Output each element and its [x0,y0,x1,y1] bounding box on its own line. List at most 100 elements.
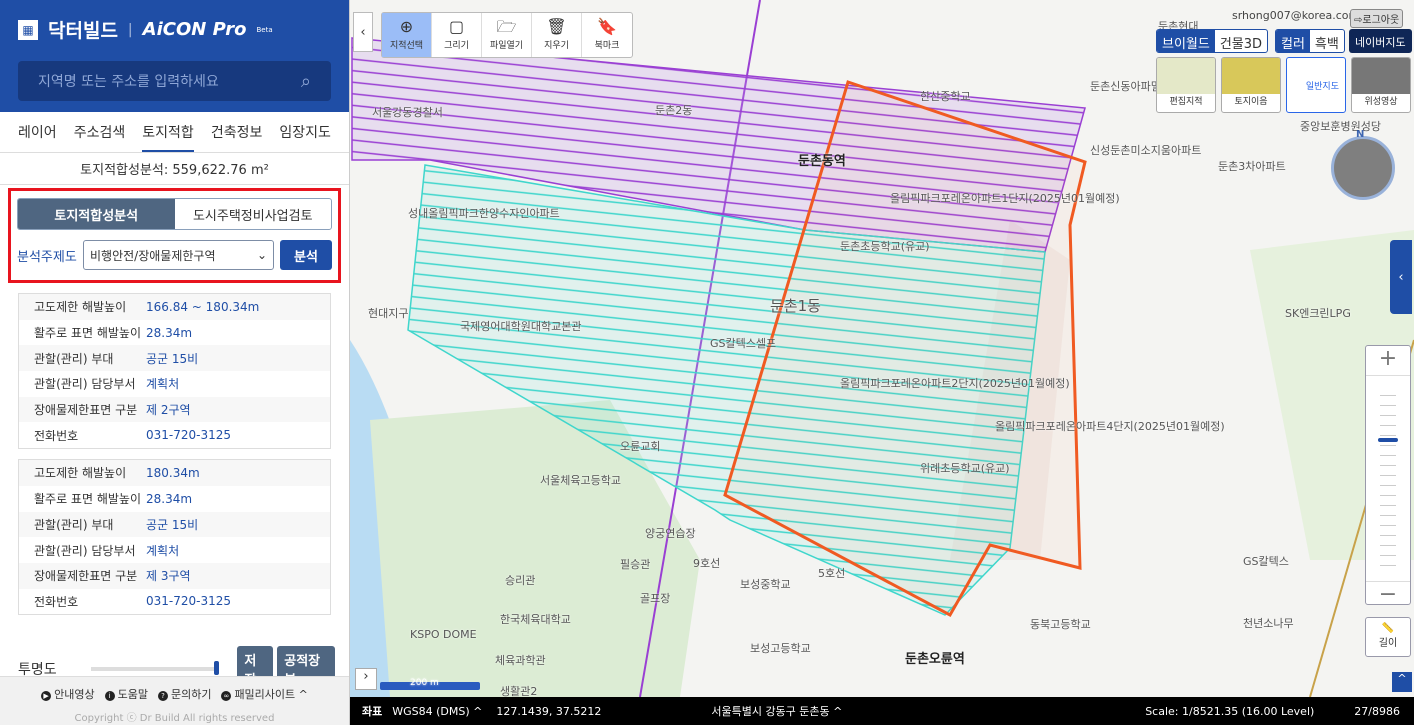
map-label[interactable]: 양궁연습장 [645,525,696,541]
info-key: 전화번호 [34,594,79,609]
crs-value: WGS84 (DMS) [392,704,470,718]
zoom-in-button[interactable]: + [1366,346,1410,376]
tool-open-file[interactable]: 🗁 파일열기 [482,13,532,57]
zoom-out-button[interactable]: − [1366,581,1410,607]
map-label[interactable]: 골프장 [640,590,670,606]
map-label[interactable]: 서울강동경찰서 [372,104,443,120]
map-label[interactable]: 천년소나무 [1243,615,1294,631]
logout-button[interactable]: ⇨로그아웃 [1350,9,1404,28]
vworld-option[interactable]: 브이월드 [1157,30,1215,52]
seg-land-suitability[interactable]: 토지적합성분석 [18,199,175,229]
map-label[interactable]: 둔촌3차아파트 [1218,158,1286,174]
basemap-land-use[interactable]: 토지이음 [1221,57,1281,113]
map-label[interactable]: 생활관2 [500,683,537,697]
crs-select[interactable]: WGS84 (DMS) ^ [392,705,482,718]
tab-land-suitability[interactable]: 토지적합 [142,112,194,152]
product-name: AiCON Pro [142,19,247,40]
map-label[interactable]: 신성둔촌미소지움아파트 [1090,142,1201,158]
map-label[interactable]: 5호선 [818,565,845,581]
map-label[interactable]: 현대지구 [368,305,408,321]
map-label[interactable]: 보성중학교 [740,576,791,592]
beta-tag: Beta [256,25,273,34]
coord-value: 127.1439, 37.5212 [496,704,602,718]
analyze-button[interactable]: 분석 [280,240,332,270]
link-label: 안내영상 [54,688,95,701]
map-label[interactable]: 승리관 [505,572,535,588]
info-key: 활주로 표면 해발높이 [34,492,141,507]
map-label[interactable]: 둔촌1동 [770,295,821,316]
measure-length-button[interactable]: 📏 길이 [1365,617,1411,657]
tab-layer[interactable]: 레이어 [18,112,57,152]
map-label[interactable]: GS칼텍스 [1243,553,1289,569]
map-label[interactable]: 중앙보훈병원성당 [1300,118,1381,134]
tool-bookmark[interactable]: 🔖 북마크 [582,13,632,57]
info-value: 제 2구역 [146,403,191,418]
basemap-general[interactable]: 일반지도 [1286,57,1346,113]
map-label[interactable]: 위례초등학교(유교) [920,460,1010,476]
map-label[interactable]: 성내올림픽파크한양수자인아파트 [408,205,560,221]
link-help[interactable]: i 도움말 [104,686,148,702]
map-label[interactable]: KSPO DOME [410,628,477,641]
map-label[interactable]: 필승관 [620,556,650,572]
map-label[interactable]: GS칼텍스셀프 [710,335,776,351]
map-label[interactable]: 서울체육고등학교 [540,472,621,488]
expand-button[interactable]: › [355,668,377,690]
map-label[interactable]: 올림픽파크포레온아파트2단지(2025년01월예정) [840,375,1070,391]
map-label[interactable]: 한산중학교 [920,88,971,104]
map-label[interactable]: 한국체육대학교 [500,611,571,627]
square-icon: ▢ [448,17,465,36]
tool-parcel-select[interactable]: ⊕ 지적선택 [382,13,432,57]
north-icon: N [1356,129,1365,140]
search-icon[interactable]: ⌕ [301,71,311,92]
tool-erase[interactable]: 🗑 지우기 [532,13,582,57]
link-guide-video[interactable]: ▶ 안내영상 [41,686,95,702]
map-label[interactable]: 9호선 [693,555,720,571]
link-inquiry[interactable]: ? 문의하기 [157,686,211,702]
map-label[interactable]: 둔촌동역 [798,150,846,169]
map-label[interactable]: 체육과학관 [495,652,546,668]
tool-label: 그리기 [444,41,469,51]
logo[interactable]: ▦ 닥터빌드 | AiCON Pro Beta [18,16,331,43]
map-label[interactable]: 올림픽파크포레온아파트4단지(2025년01월예정) [995,418,1225,434]
compass-control[interactable]: N [1331,129,1395,200]
info-key: 활주로 표면 해발높이 [34,326,141,341]
map-label[interactable]: 둔촌2동 [655,102,692,118]
zoom-slider[interactable] [1378,386,1398,571]
grayscale-option[interactable]: 흑백 [1310,30,1344,52]
info-row: 고도제한 해발높이 180.34m [19,460,330,486]
collapse-sidebar-button[interactable]: ‹ [353,12,373,52]
link-family-site[interactable]: ∞ 패밀리사이트 ^ [221,686,308,702]
map-label[interactable]: 국제영어대학원대학교본관 [460,318,581,334]
opacity-slider[interactable] [91,661,220,675]
map-label[interactable]: 올림픽파크포레온아파트1단지(2025년01월예정) [890,190,1120,206]
copyright: Copyright ⓒ Dr Build All rights reserved [74,713,275,724]
right-panel-toggle[interactable]: ‹ [1390,240,1412,314]
address-select[interactable]: 서울특별시 강동구 둔촌동 ^ [711,703,842,719]
sidebar: ▦ 닥터빌드 | AiCON Pro Beta 지역명 또는 주소를 입력하세요 … [0,0,350,725]
naver-map-button[interactable]: 네이버지도 [1349,29,1412,53]
map-label[interactable]: 동북고등학교 [1030,616,1091,632]
search-input[interactable]: 지역명 또는 주소를 입력하세요 ⌕ [18,61,331,101]
map-label[interactable]: 오륜교회 [620,438,660,454]
tab-field-map[interactable]: 임장지도 [279,112,331,152]
color-option[interactable]: 컬러 [1276,30,1310,52]
theme-select[interactable]: 비행안전/장애물제한구역 ⌄ [83,240,274,270]
map-label[interactable]: 둔촌오륜역 [905,648,965,667]
basemap-cadastral[interactable]: 편집지적 [1156,57,1216,113]
seg-urban-housing[interactable]: 도시주택정비사업검토 [175,199,332,229]
map-label[interactable]: SK엔크린LPG [1285,305,1351,321]
info-value: 031-720-3125 [146,594,232,609]
tool-draw[interactable]: ▢ 그리기 [432,13,482,57]
header: ▦ 닥터빌드 | AiCON Pro Beta 지역명 또는 주소를 입력하세요 … [0,0,349,112]
tab-address[interactable]: 주소검색 [74,112,126,152]
zoom-level-handle[interactable] [1378,438,1398,442]
basemap-satellite[interactable]: 위성영상 [1351,57,1411,113]
map-canvas[interactable]: 둔촌현대 둔촌신동아파밀리에아파트 한산중학교 둔촌동역 신성둔촌미소지움아파트 둔촌3차… [350,0,1414,697]
scroll-top-button[interactable]: ^ [1392,672,1412,692]
slider-handle[interactable] [214,661,220,675]
tab-building-info[interactable]: 건축정보 [211,112,263,152]
map-label[interactable]: 둔촌초등학교(유교) [840,238,930,254]
building-3d-option[interactable]: 건물3D [1215,30,1267,52]
info-value: 제 3구역 [146,569,191,584]
map-label[interactable]: 보성고등학교 [750,640,811,656]
